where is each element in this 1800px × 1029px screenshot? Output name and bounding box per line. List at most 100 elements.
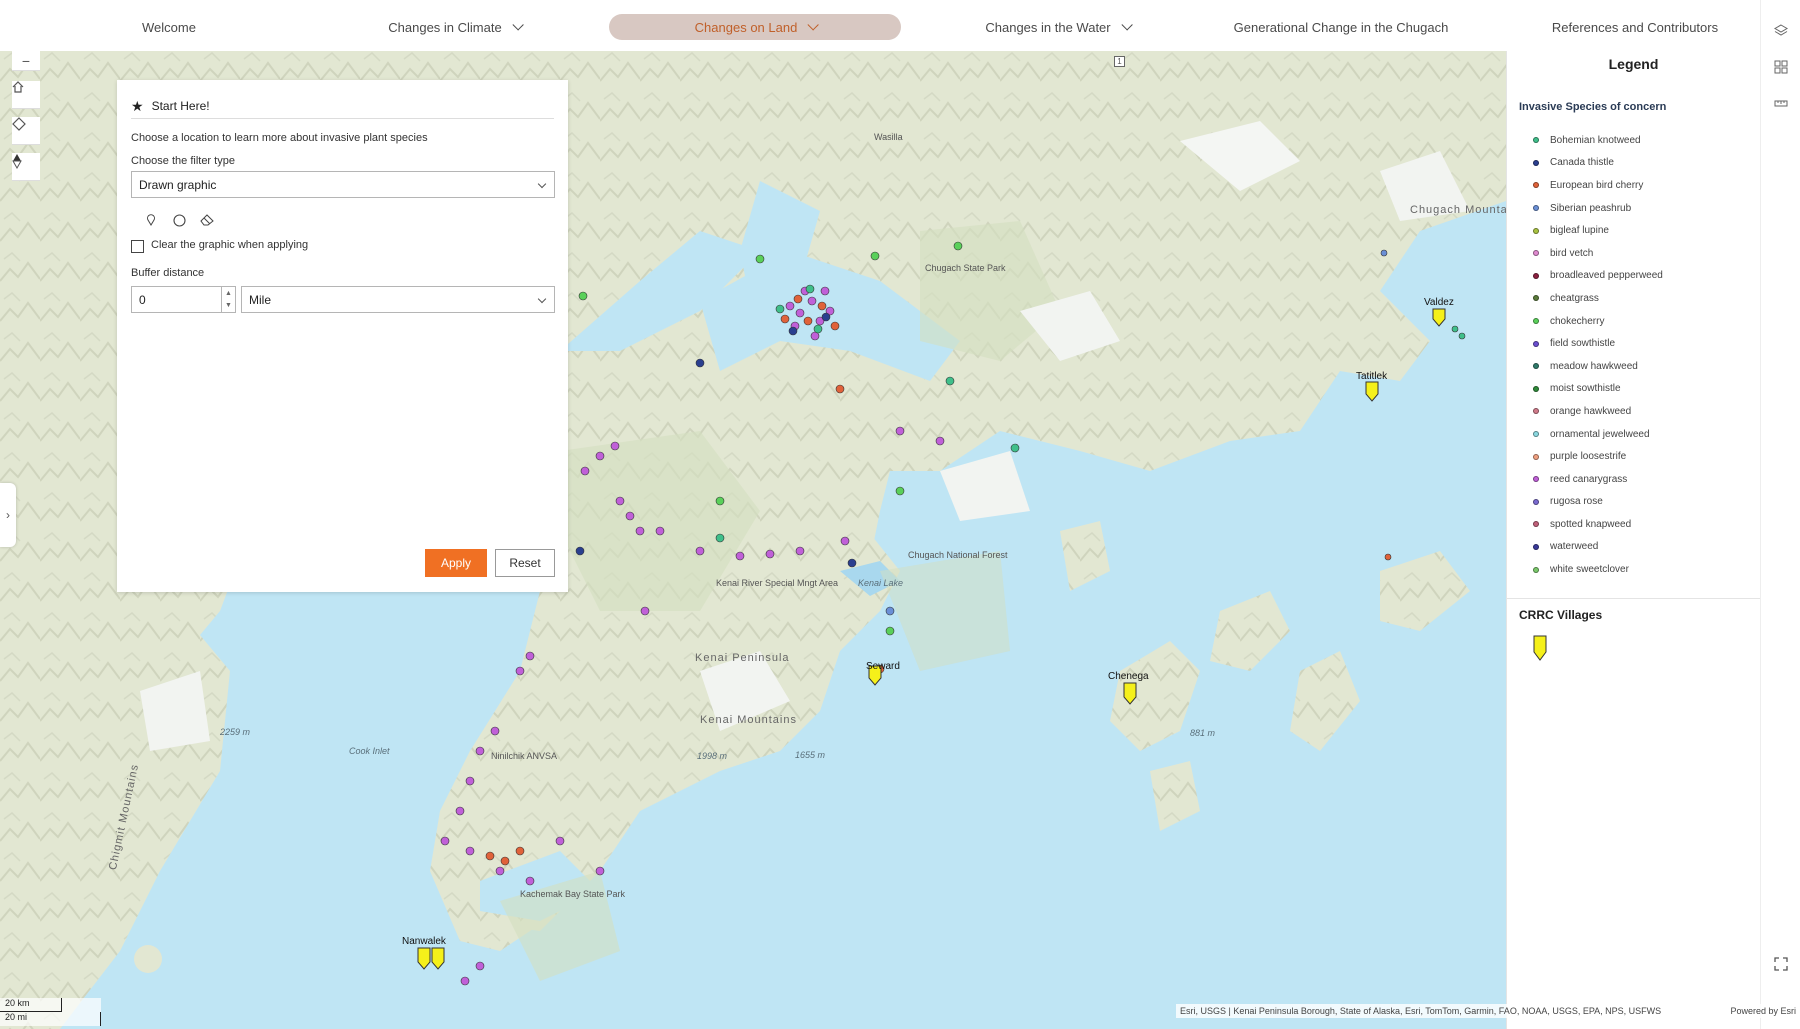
- chevron-down-icon: [1121, 19, 1133, 31]
- map-label-kenai-river: Kenai River Special Mngt Area: [716, 578, 839, 588]
- home-button[interactable]: [12, 81, 40, 109]
- village-label-tatitlek: Tatitlek: [1356, 371, 1388, 382]
- legend-item-label: meadow hawkweed: [1550, 360, 1638, 372]
- chevron-down-icon: [807, 19, 820, 31]
- legend-item: European bird cherry: [1533, 174, 1663, 197]
- legend-swatch: [1533, 272, 1539, 279]
- measure-button[interactable]: [1770, 92, 1792, 114]
- draw-circle-button[interactable]: [169, 210, 189, 230]
- map-label-kenai-mountains: Kenai Mountains: [700, 714, 797, 726]
- fullscreen-button[interactable]: [1770, 953, 1792, 975]
- basemap-gallery-button[interactable]: [1770, 56, 1792, 78]
- village-symbol: [1533, 635, 1547, 661]
- map-label-kenai-lake: Kenai Lake: [858, 578, 904, 588]
- map-label-chugach-national-forest: Chugach National Forest: [908, 550, 1008, 560]
- panel-header: ★ Start Here!: [131, 94, 554, 119]
- legend-item-label: spotted knapweed: [1550, 518, 1632, 530]
- draw-point-button[interactable]: [141, 210, 161, 230]
- panel-title: Start Here!: [151, 99, 210, 113]
- legend-item: field sowthistle: [1533, 332, 1663, 355]
- legend-item-label: bird vetch: [1550, 247, 1594, 259]
- clear-graphic-checkbox[interactable]: [131, 240, 144, 253]
- villages-section-title: CRRC Villages: [1519, 608, 1603, 622]
- legend-item: meadow hawkweed: [1533, 355, 1663, 378]
- map-label-elev-881: 881 m: [1190, 728, 1216, 738]
- filter-type-select[interactable]: Drawn graphic: [131, 171, 555, 198]
- layers-button[interactable]: [1770, 20, 1792, 42]
- legend-swatch: [1533, 566, 1539, 573]
- map-tile-marker: 1: [1114, 56, 1125, 67]
- legend-item: ornamental jewelweed: [1533, 423, 1663, 446]
- nav-changes-in-the-water[interactable]: Changes in the Water: [961, 14, 1153, 40]
- legend-swatch: [1533, 137, 1539, 144]
- top-navigation: Welcome Changes in Climate Changes on La…: [0, 0, 1800, 51]
- nav-generational-change[interactable]: Generational Change in the Chugach: [1226, 14, 1456, 40]
- legend-panel: Legend Invasive Species of concern Bohem…: [1506, 51, 1760, 1029]
- legend-swatch: [1533, 363, 1539, 370]
- legend-item-label: bigleaf lupine: [1550, 225, 1609, 237]
- compass-button[interactable]: [12, 153, 40, 181]
- apply-button[interactable]: Apply: [425, 549, 487, 577]
- powered-by-esri[interactable]: Powered by Esri: [1730, 1006, 1796, 1016]
- legend-item-label: rugosa rose: [1550, 496, 1603, 508]
- legend-swatch: [1533, 159, 1539, 166]
- legend-item-label: waterweed: [1550, 541, 1599, 553]
- scale-km: 20 km: [0, 998, 62, 1012]
- map-label-elev-1655: 1655 m: [795, 750, 826, 760]
- map-label-elev-2259: 2259 m: [220, 727, 251, 737]
- map-label-kachemak: Kachemak Bay State Park: [520, 889, 626, 899]
- buffer-distance-input[interactable]: 0: [131, 286, 222, 313]
- legend-swatch: [1533, 227, 1539, 234]
- legend-item: moist sowthistle: [1533, 378, 1663, 401]
- compass-icon: [12, 154, 22, 169]
- legend-item-label: European bird cherry: [1550, 179, 1644, 191]
- nav-welcome[interactable]: Welcome: [100, 14, 238, 40]
- legend-item-label: ornamental jewelweed: [1550, 428, 1650, 440]
- legend-swatch: [1533, 182, 1539, 189]
- legend-swatch: [1533, 431, 1539, 438]
- zoom-out-button[interactable]: −: [12, 51, 40, 71]
- legend-divider: [1507, 598, 1760, 599]
- nav-changes-on-land[interactable]: Changes on Land: [609, 14, 901, 40]
- legend-title: Legend: [1608, 56, 1659, 72]
- expand-sidebar-button[interactable]: ›: [0, 483, 16, 547]
- legend-item-label: Canada thistle: [1550, 157, 1614, 169]
- erase-graphic-button[interactable]: [197, 210, 217, 230]
- legend-swatch: [1533, 205, 1539, 212]
- buffer-distance-stepper[interactable]: ▲ ▼: [222, 286, 236, 313]
- stepper-down-icon[interactable]: ▼: [222, 300, 235, 313]
- legend-item: Bohemian knotweed: [1533, 129, 1663, 152]
- reset-button[interactable]: Reset: [495, 549, 555, 577]
- home-icon: [12, 81, 24, 93]
- map-label-wasilla: Wasilla: [874, 132, 903, 142]
- chevron-down-icon: [537, 294, 547, 304]
- chevron-down-icon: [512, 19, 524, 31]
- layers-icon: [1774, 24, 1788, 36]
- scale-mi: 20 mi: [0, 1012, 101, 1026]
- nav-changes-in-climate[interactable]: Changes in Climate: [368, 14, 540, 40]
- legend-item: broadleaved pepperweed: [1533, 265, 1663, 288]
- buffer-unit-select[interactable]: Mile: [241, 286, 555, 313]
- legend-item-label: cheatgrass: [1550, 292, 1599, 304]
- map-attribution: Esri, USGS | Kenai Peninsula Borough, St…: [1176, 1004, 1800, 1018]
- legend-swatch: [1533, 521, 1539, 528]
- legend-item-label: purple loosestrife: [1550, 451, 1627, 463]
- village-label-valdez: Valdez: [1424, 297, 1454, 308]
- locate-button[interactable]: [12, 117, 40, 145]
- legend-item: waterweed: [1533, 536, 1663, 559]
- grid-icon: [1774, 60, 1788, 74]
- star-icon: ★: [131, 97, 144, 114]
- legend-item: orange hawkweed: [1533, 400, 1663, 423]
- legend-item: rugosa rose: [1533, 491, 1663, 514]
- map-label-elev-1998: 1998 m: [697, 751, 728, 761]
- village-label-nanwalek: Nanwalek: [402, 936, 446, 947]
- map-label-kenai-peninsula: Kenai Peninsula: [695, 652, 790, 664]
- legend-item: Canada thistle: [1533, 152, 1663, 175]
- legend-item: white sweetclover: [1533, 558, 1663, 581]
- stepper-up-icon[interactable]: ▲: [222, 287, 235, 300]
- attribution-text[interactable]: Esri, USGS | Kenai Peninsula Borough, St…: [1180, 1006, 1661, 1016]
- nav-references[interactable]: References and Contributors: [1540, 14, 1730, 40]
- legend-item: bird vetch: [1533, 242, 1663, 265]
- map-label-chugach-mountains: Chugach Mountains: [1410, 204, 1506, 216]
- legend-item-label: white sweetclover: [1550, 564, 1629, 576]
